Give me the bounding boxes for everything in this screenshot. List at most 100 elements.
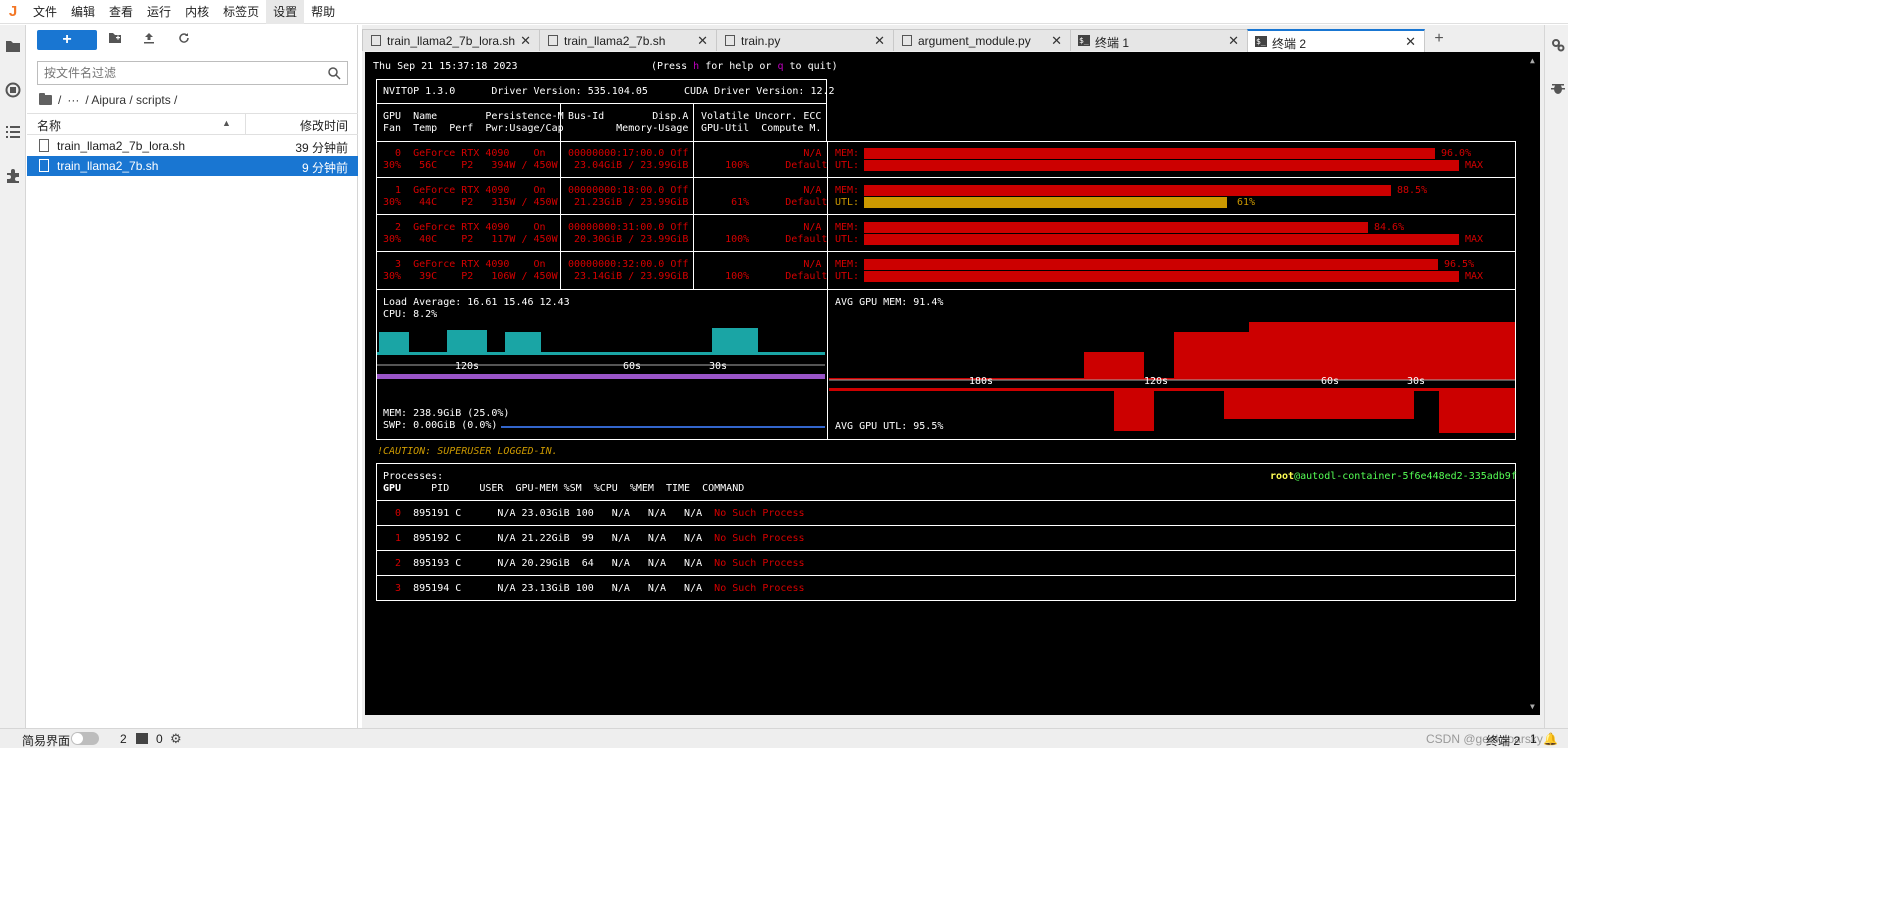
gpu-ecc: N/A [701,222,822,233]
close-icon[interactable]: ✕ [697,33,708,49]
new-launcher-button[interactable]: + [37,30,97,50]
menu-edit[interactable]: 编辑 [64,0,102,24]
debugger-icon[interactable] [1550,80,1566,96]
refresh-icon[interactable] [176,32,192,48]
home-folder-icon[interactable] [39,93,52,105]
terminal-scrollbar[interactable]: ▲ ▼ [1528,52,1540,715]
timeline-tick: 180s [969,376,993,387]
tab-train-llama2-lora[interactable]: train_llama2_7b_lora.sh ✕ [362,29,540,51]
process-row[interactable]: 3 895194 C N/A 23.13GiB 100 N/A N/A N/A … [383,583,804,595]
menu-settings[interactable]: 设置 [266,0,305,24]
file-item[interactable]: train_llama2_7b_lora.sh 39 分钟前 [27,136,358,156]
file-icon [39,159,49,172]
close-icon[interactable]: ✕ [520,33,531,49]
file-filter-input[interactable] [44,65,314,81]
column-modified[interactable]: 修改时间 [300,117,348,134]
current-activity: 终端 2 [1486,734,1521,748]
extensions-icon[interactable] [5,168,21,184]
gpu-util: 61% Default [701,197,828,208]
scroll-down-icon[interactable]: ▼ [1530,702,1535,711]
divider [376,525,1516,526]
timeline-tick: 120s [1144,376,1168,387]
menu-help[interactable]: 帮助 [304,0,342,24]
gpu-row-line1: 2 GeForce RTX 4090 On [383,222,546,233]
gpu-bus-id: 00000000:17:00.0 Off [568,148,689,159]
gpu-mem-percent: 84.6% [1374,222,1405,233]
tab-label: 终端 1 [1095,36,1130,50]
divider [827,289,828,440]
file-item-selected[interactable]: train_llama2_7b.sh 9 分钟前 [27,156,358,176]
close-icon[interactable]: ✕ [1405,34,1416,50]
breadcrumb: / ··· / Aipura / scripts / [39,92,177,108]
process-row[interactable]: 0 895191 C N/A 23.03GiB 100 N/A N/A N/A … [383,508,804,520]
close-icon[interactable]: ✕ [1228,33,1239,49]
terminal-count[interactable]: 0 [156,732,163,746]
close-icon[interactable]: ✕ [1051,33,1062,49]
property-inspector-icon[interactable] [1550,37,1566,53]
host-identifier: root@autodl-container-5f6e448ed2-335adb9… [1270,471,1517,482]
tab-terminal-2[interactable]: $_ 终端 2 ✕ [1247,29,1425,52]
tab-label: train_llama2_7b.sh [564,34,666,48]
new-folder-icon[interactable] [107,32,123,48]
terminal-datetime: Thu Sep 21 15:37:18 2023 [373,61,518,72]
menu-tabs[interactable]: 标签页 [216,0,266,24]
table-of-contents-icon[interactable] [5,125,21,141]
upload-icon[interactable] [141,32,157,48]
divider [560,141,561,290]
gpu-bus-id: 00000000:18:00.0 Off [568,185,689,196]
process-row[interactable]: 1 895192 C N/A 21.22GiB 99 N/A N/A N/A N… [383,533,804,545]
col-header-mem: Memory-Usage [568,123,689,134]
notification-count[interactable]: 1 [1530,732,1537,746]
divider [376,214,1516,215]
terminal-icon[interactable] [136,733,148,744]
util-label: UTL: [835,197,860,208]
gpu-util-percent: MAX [1465,271,1484,282]
file-filter [37,61,348,85]
add-tab-button[interactable]: + [1428,29,1450,51]
util-label: UTL: [835,234,860,245]
gpu-mem-bar [864,148,1435,159]
running-kernels-icon[interactable] [5,82,21,98]
process-row[interactable]: 2 895193 C N/A 20.29GiB 64 N/A N/A N/A N… [383,558,804,570]
file-name: train_llama2_7b_lora.sh [57,139,186,153]
sort-caret-icon[interactable]: ▲ [222,118,231,128]
menu-view[interactable]: 查看 [102,0,140,24]
gpu-mem-bar [864,259,1438,270]
column-name[interactable]: 名称 [37,117,61,134]
scroll-up-icon[interactable]: ▲ [1530,56,1535,65]
col-header-bus: Bus-Id Disp.A [568,111,689,122]
tab-train-py[interactable]: train.py ✕ [716,29,894,51]
mem-label: MEM: [835,148,860,159]
gpu-util-bar [864,197,1227,208]
close-icon[interactable]: ✕ [874,33,885,49]
timeline-tick: 30s [709,361,727,372]
search-icon[interactable] [327,66,341,80]
terminal-view[interactable]: ▲ ▼ Thu Sep 21 15:37:18 2023 (Press h fo… [365,52,1540,715]
menu-kernel[interactable]: 内核 [178,0,216,24]
breadcrumb-ellipsis[interactable]: ··· [67,93,79,107]
divider [693,141,694,290]
main-dock: train_llama2_7b_lora.sh ✕ train_llama2_7… [362,25,1544,728]
kernel-count[interactable]: 2 [120,732,127,746]
file-browser: + / ··· / Aipura / scripts / 名称 ▲ [27,25,358,728]
menu-run[interactable]: 运行 [140,0,178,24]
col-header-gpu: GPU Name Persistence-M [383,111,564,122]
menu-bar: J 文件 编辑 查看 运行 内核 标签页 设置 帮助 [0,0,1568,24]
divider [376,550,1516,551]
menu-file[interactable]: 文件 [26,0,64,24]
gpu-util: 100% Default [701,160,828,171]
simple-mode-toggle[interactable] [71,732,99,745]
gpu-row-line2: 30% 39C P2 106W / 450W [383,271,558,282]
bell-icon[interactable]: 🔔 [1543,732,1558,746]
simple-mode-label: 简易界面 [22,734,71,748]
tab-argument-module[interactable]: argument_module.py ✕ [893,29,1071,51]
mem-label: MEM: [835,185,860,196]
breadcrumb-path[interactable]: / Aipura / scripts / [85,93,177,107]
kernel-status-icon[interactable]: ⚙ [170,731,182,747]
load-average: Load Average: 16.61 15.46 12.43 [383,297,570,308]
file-icon [371,35,381,46]
breadcrumb-root[interactable]: / [58,93,61,107]
folder-icon[interactable] [5,39,21,55]
tab-train-llama2[interactable]: train_llama2_7b.sh ✕ [539,29,717,51]
tab-terminal-1[interactable]: $_ 终端 1 ✕ [1070,29,1248,51]
